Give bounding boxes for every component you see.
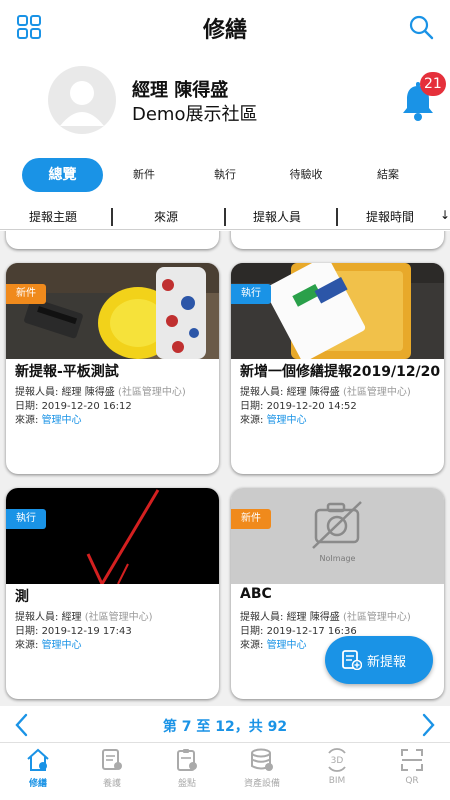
tab-closed[interactable]: 結案 [362, 158, 414, 192]
tab-pending-acceptance[interactable]: 待驗收 [278, 158, 334, 192]
new-report-icon [342, 650, 362, 670]
chevron-right-icon[interactable] [418, 712, 438, 738]
bottom-nav: 修繕 養護 盤點 資產設備 3D BIM QR [0, 742, 450, 800]
repair-screen: 修繕 經理 陳得盛 Demo展示社區 21 總覽 新件 執行 待驗收 結案 提報… [0, 0, 450, 800]
date-row: 日期: 2019-12-17 16:36 [240, 622, 357, 637]
community-name: Demo展示社區 [132, 104, 258, 125]
source-row: 來源: 管理中心 [240, 411, 307, 426]
nav-label: 盤點 [177, 779, 196, 789]
no-image-label: NoImage [319, 554, 356, 563]
source-link[interactable]: 管理中心 [267, 415, 307, 426]
inventory-clipboard-icon [177, 749, 197, 771]
home-repair-icon [27, 748, 49, 771]
nav-item-maintenance[interactable]: 養護 [75, 747, 149, 797]
repair-card[interactable]: 執行 測 提報人員: 經理 (社區管理中心) 日期: 2019-12-19 17… [6, 488, 219, 699]
page-range-text: 第 7 至 12，共 92 [162, 719, 288, 735]
user-name: 經理 陳得盛 [132, 80, 229, 101]
card-title: 測 [15, 589, 29, 605]
status-tag: 新件 [231, 509, 271, 529]
nav-item-inventory[interactable]: 盤點 [150, 747, 224, 797]
source-link[interactable]: 管理中心 [42, 640, 82, 651]
tab-new[interactable]: 新件 [118, 158, 170, 192]
default-avatar-icon [60, 81, 104, 126]
sort-subject[interactable]: 提報主題 [18, 208, 88, 225]
sort-direction-icon[interactable]: ↓ [440, 208, 450, 222]
svg-text:3D: 3D [331, 756, 344, 766]
reporter-row: 提報人員: 經理 陳得盛 (社區管理中心) [240, 383, 411, 398]
nav-label: 修繕 [28, 779, 47, 789]
card-photo [6, 263, 219, 359]
page-title: 修繕 [202, 18, 247, 43]
nav-item-repair[interactable]: 修繕 [1, 747, 75, 797]
date-row: 日期: 2019-12-19 17:43 [15, 622, 132, 637]
list-item-partial[interactable] [231, 231, 444, 249]
search-icon[interactable] [408, 14, 434, 40]
repair-card[interactable]: 執行 新增一個修繕提報2019/12/20 提報人員: 經理 陳得盛 (社區管理… [231, 263, 444, 474]
sort-report-time[interactable]: 提報時間 [358, 208, 422, 225]
card-photo [6, 488, 219, 584]
reporter-row: 提報人員: 經理 (社區管理中心) [15, 608, 153, 623]
reporter-row: 提報人員: 經理 陳得盛 (社區管理中心) [15, 383, 186, 398]
source-row: 來源: 管理中心 [15, 636, 82, 651]
nav-item-qr[interactable]: QR [375, 747, 449, 797]
card-title: 新提報-平板測試 [15, 364, 119, 380]
nav-label: BIM [328, 776, 346, 786]
status-tag: 執行 [231, 284, 271, 304]
nav-label: QR [405, 776, 419, 786]
sort-bar: 提報主題 來源 提報人員 提報時間 ↓ [0, 206, 450, 230]
status-tag: 執行 [6, 509, 46, 529]
avatar[interactable] [48, 66, 116, 134]
repair-card[interactable]: 新件 新提報-平板測試 提報人員: 經理 陳得盛 (社區管理中心) 日期: 20… [6, 263, 219, 474]
asset-database-icon [251, 748, 273, 771]
nav-label: 養護 [102, 779, 121, 789]
nav-item-assets[interactable]: 資產設備 [225, 747, 299, 797]
card-title: ABC [240, 586, 272, 602]
no-image-icon [312, 501, 362, 549]
nav-item-bim[interactable]: 3D BIM [300, 747, 374, 797]
source-link[interactable]: 管理中心 [267, 640, 307, 651]
source-label: 來源: [240, 415, 264, 426]
tab-overview[interactable]: 總覽 [22, 158, 103, 192]
date-row: 日期: 2019-12-20 14:52 [240, 397, 357, 412]
date-row: 日期: 2019-12-20 16:12 [15, 397, 132, 412]
top-bar: 修繕 [0, 0, 450, 56]
source-link[interactable]: 管理中心 [42, 415, 82, 426]
sort-divider [336, 208, 338, 226]
new-report-label: 新提報 [367, 655, 407, 670]
sort-source[interactable]: 來源 [138, 208, 194, 225]
nav-label: 資產設備 [243, 779, 280, 789]
repair-list[interactable]: 新件 新提報-平板測試 提報人員: 經理 陳得盛 (社區管理中心) 日期: 20… [0, 231, 450, 706]
sort-divider [111, 208, 113, 226]
source-label: 來源: [240, 640, 264, 651]
pagination: 第 7 至 12，共 92 [0, 708, 450, 742]
status-tag: 新件 [6, 284, 46, 304]
source-row: 來源: 管理中心 [240, 636, 307, 651]
profile-section: 經理 陳得盛 Demo展示社區 21 [0, 66, 450, 140]
list-item-partial[interactable] [6, 231, 219, 249]
reporter-row: 提報人員: 經理 陳得盛 (社區管理中心) [240, 608, 411, 623]
source-row: 來源: 管理中心 [15, 411, 82, 426]
source-label: 來源: [15, 415, 39, 426]
source-label: 來源: [15, 640, 39, 651]
card-photo-placeholder: NoImage [231, 488, 444, 584]
notification-count-badge: 21 [420, 72, 446, 96]
status-tabs: 總覽 新件 執行 待驗收 結案 [0, 158, 450, 194]
new-report-button[interactable]: 新提報 [325, 636, 433, 684]
sort-divider [224, 208, 226, 226]
card-title: 新增一個修繕提報2019/12/20 [240, 364, 440, 380]
maintenance-doc-icon [102, 749, 122, 770]
card-photo [231, 263, 444, 359]
sort-reporter[interactable]: 提報人員 [245, 208, 309, 225]
bim-3d-icon: 3D [328, 748, 346, 772]
tab-executing[interactable]: 執行 [198, 158, 252, 192]
qr-scan-icon [401, 749, 423, 771]
